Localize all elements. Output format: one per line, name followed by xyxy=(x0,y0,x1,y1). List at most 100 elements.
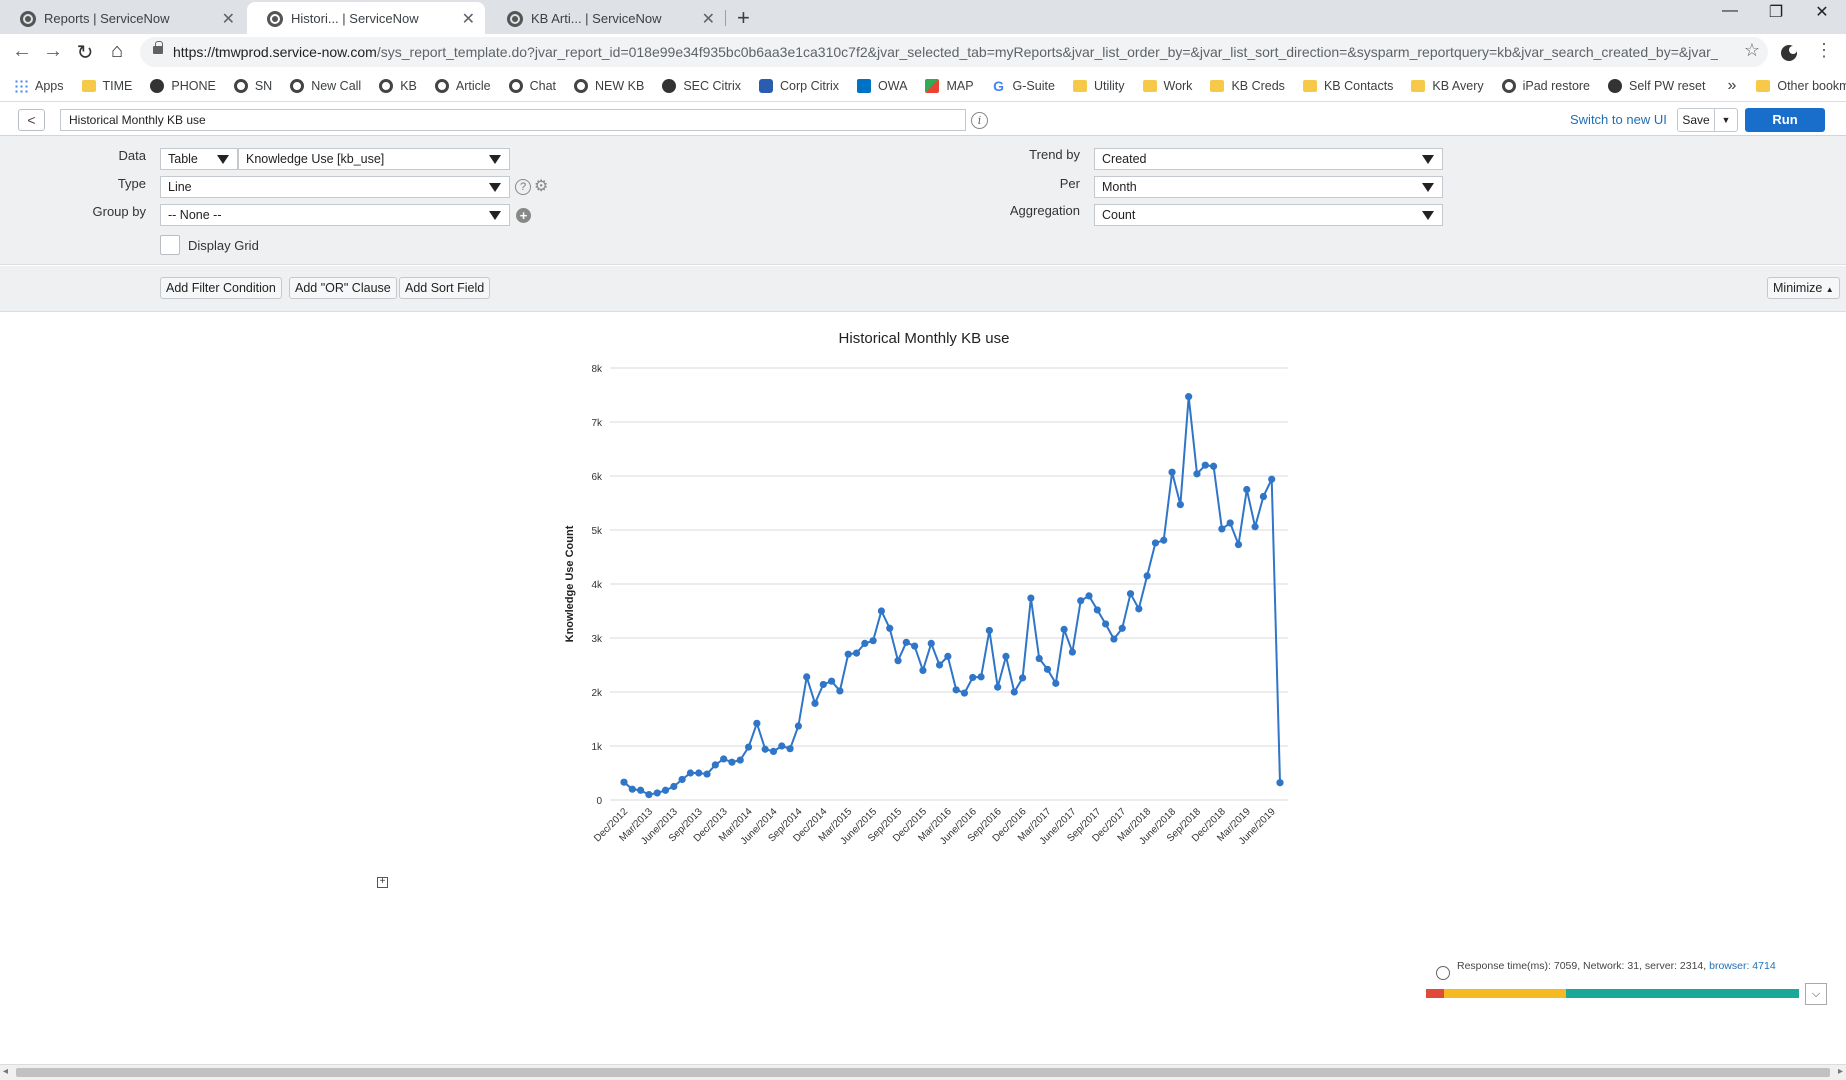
home-icon[interactable]: ⌂ xyxy=(105,40,129,63)
bookmark-star-icon[interactable]: ☆ xyxy=(1744,40,1760,61)
close-window-icon[interactable]: ✕ xyxy=(1799,2,1845,22)
other-bookmarks[interactable]: Other bookmarks xyxy=(1748,79,1846,93)
data-point xyxy=(952,686,960,694)
bookmark-label: G-Suite xyxy=(1012,78,1055,93)
bookmark-sec-citrix[interactable]: SEC Citrix xyxy=(654,78,751,93)
scrollbar-thumb[interactable] xyxy=(16,1068,1830,1077)
per-label: Per xyxy=(1059,176,1080,191)
bookmark-kb-avery[interactable]: KB Avery xyxy=(1403,79,1493,93)
bookmark-ipad-restore[interactable]: iPad restore xyxy=(1494,78,1600,93)
folder-icon xyxy=(1756,79,1771,92)
bookmark-kb-contacts[interactable]: KB Contacts xyxy=(1295,79,1403,93)
data-point xyxy=(1118,624,1126,632)
bookmark-utility[interactable]: Utility xyxy=(1065,79,1135,93)
data-point xyxy=(703,770,711,778)
back-button[interactable]: < xyxy=(18,109,45,131)
bookmark-new-call[interactable]: New Call xyxy=(282,78,371,93)
scroll-left-arrow-icon[interactable]: ◂ xyxy=(3,1066,8,1077)
bookmark-article[interactable]: Article xyxy=(427,78,501,93)
browser-tab-reports[interactable]: Reports | ServiceNow ✕ xyxy=(0,2,245,34)
back-arrow-icon[interactable]: ← xyxy=(10,40,34,63)
bookmark-phone[interactable]: PHONE xyxy=(142,78,225,93)
collapse-chevron-icon[interactable]: ⌵ xyxy=(1805,983,1827,1005)
data-point xyxy=(761,745,769,753)
expand-plus-icon[interactable]: + xyxy=(377,877,388,888)
data-point xyxy=(844,650,852,658)
help-icon[interactable]: ? xyxy=(515,179,531,195)
minimize-button[interactable]: Minimize ▲ xyxy=(1767,277,1840,299)
data-point xyxy=(927,639,935,647)
data-point xyxy=(678,775,686,784)
extension-icon[interactable] xyxy=(1778,43,1800,63)
data-point xyxy=(977,673,985,681)
add-filter-condition-button[interactable]: Add Filter Condition xyxy=(160,277,282,299)
add-sort-field-button[interactable]: Add Sort Field xyxy=(399,277,491,299)
info-icon[interactable]: i xyxy=(971,112,988,129)
group-by-select[interactable]: -- None -- xyxy=(160,204,510,226)
url-host: https://tmwprod.service-now.com xyxy=(173,44,377,60)
data-point xyxy=(720,755,728,763)
data-point xyxy=(902,638,910,646)
reload-icon[interactable]: ↻ xyxy=(73,40,97,65)
save-button[interactable]: Save xyxy=(1677,108,1715,132)
bookmark-new-kb[interactable]: NEW KB xyxy=(566,78,654,93)
data-point xyxy=(960,689,969,697)
bookmark-label: TIME xyxy=(102,78,133,93)
bookmark-owa[interactable]: OWA xyxy=(849,78,917,93)
data-table-select[interactable]: Knowledge Use [kb_use] xyxy=(238,148,510,170)
bookmark-corp-citrix[interactable]: Corp Citrix xyxy=(751,78,849,93)
gear-icon[interactable]: ⚙ xyxy=(534,179,550,195)
bookmark-kb[interactable]: KB xyxy=(371,78,427,93)
bookmark-label: Article xyxy=(455,78,491,93)
bookmark-kb-creds[interactable]: KB Creds xyxy=(1202,79,1295,93)
browser-tab-kb-articles[interactable]: KB Arti... | ServiceNow ✕ xyxy=(487,2,725,34)
trend-by-select[interactable]: Created xyxy=(1094,148,1443,170)
data-source-select[interactable]: Table xyxy=(160,148,238,170)
globe-icon xyxy=(150,78,165,93)
horizontal-scrollbar[interactable]: ◂ ▸ xyxy=(0,1064,1846,1080)
report-title-input[interactable] xyxy=(60,109,966,131)
aggregation-select[interactable]: Count xyxy=(1094,204,1443,226)
chevron-down-icon xyxy=(217,155,229,164)
switch-to-new-ui-link[interactable]: Switch to new UI xyxy=(1570,112,1667,127)
bookmark-work[interactable]: Work xyxy=(1135,79,1203,93)
per-select[interactable]: Month xyxy=(1094,176,1443,198)
chevron-down-icon xyxy=(1422,211,1434,220)
y-tick-label: 5k xyxy=(591,526,603,537)
bookmark-gsuite[interactable]: G G-Suite xyxy=(984,79,1065,93)
type-select[interactable]: Line xyxy=(160,176,510,198)
scroll-right-arrow-icon[interactable]: ▸ xyxy=(1838,1066,1843,1077)
bookmark-chat[interactable]: Chat xyxy=(501,78,566,93)
close-icon[interactable]: ✕ xyxy=(702,9,715,29)
minimize-window-icon[interactable]: — xyxy=(1707,2,1753,20)
save-dropdown-chevron-icon[interactable]: ▼ xyxy=(1714,108,1738,132)
forward-arrow-icon[interactable]: → xyxy=(41,40,65,63)
data-point xyxy=(1234,540,1243,549)
add-group-by-plus-icon[interactable]: + xyxy=(516,208,531,223)
address-bar[interactable]: https://tmwprod.service-now.com/sys_repo… xyxy=(140,37,1768,67)
display-grid-checkbox[interactable] xyxy=(160,235,180,255)
citrix-icon xyxy=(759,78,773,93)
more-bookmarks-chevron-icon[interactable]: » xyxy=(1715,77,1748,95)
close-icon[interactable]: ✕ xyxy=(462,9,475,29)
bookmark-self-pw-reset[interactable]: Self PW reset xyxy=(1600,78,1715,93)
minimize-label: Minimize xyxy=(1773,281,1823,295)
bookmark-sn[interactable]: SN xyxy=(226,78,282,93)
servicenow-icon xyxy=(233,78,248,93)
bookmark-label: MAP xyxy=(946,78,974,93)
new-tab-icon[interactable]: + xyxy=(737,5,750,31)
bookmark-map[interactable]: MAP xyxy=(917,78,983,93)
browser-tab-historical[interactable]: Histori... | ServiceNow ✕ xyxy=(247,2,485,34)
type-label: Type xyxy=(117,176,146,191)
servicenow-icon xyxy=(434,78,449,93)
add-or-clause-button[interactable]: Add "OR" Clause xyxy=(289,277,397,299)
restore-window-icon[interactable]: ❐ xyxy=(1753,2,1799,22)
bookmark-label: Chat xyxy=(529,78,557,93)
bookmark-apps[interactable]: Apps xyxy=(0,78,74,93)
close-icon[interactable]: ✕ xyxy=(222,9,235,29)
data-point xyxy=(1060,625,1068,633)
browser-menu-icon[interactable]: ⋮ xyxy=(1812,40,1836,61)
run-button[interactable]: Run xyxy=(1745,108,1825,132)
bookmark-time[interactable]: TIME xyxy=(74,79,143,93)
browser-tab-strip: Reports | ServiceNow ✕ Histori... | Serv… xyxy=(0,0,1846,34)
